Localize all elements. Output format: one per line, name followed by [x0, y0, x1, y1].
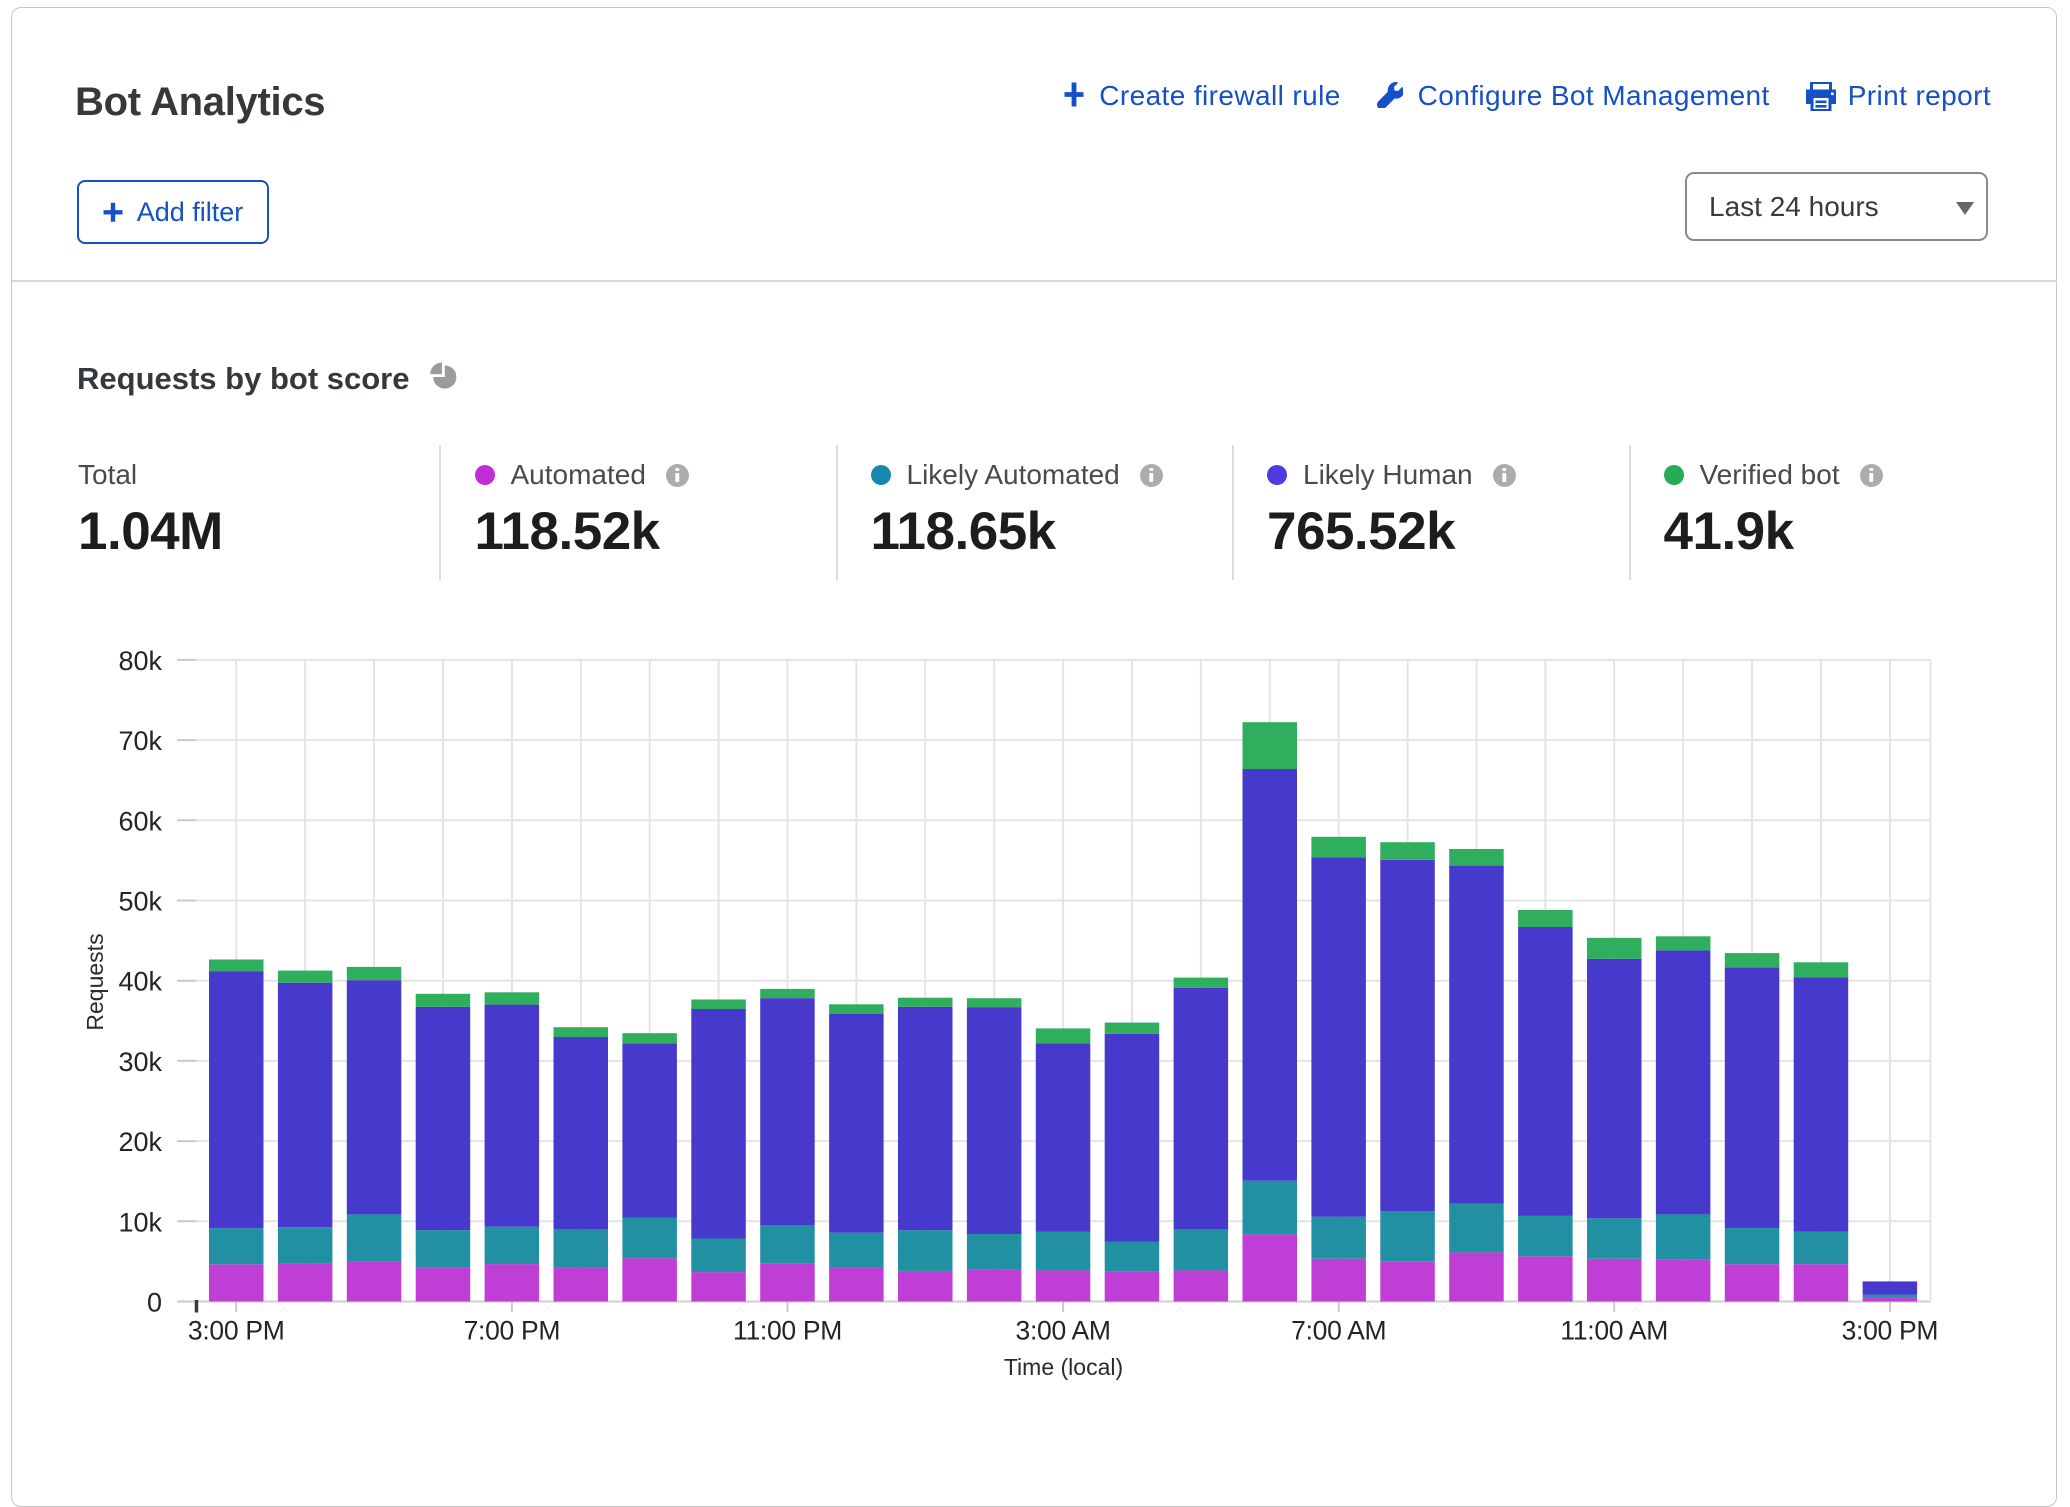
- svg-text:80k: 80k: [118, 646, 162, 676]
- svg-text:30k: 30k: [118, 1047, 162, 1077]
- svg-text:3:00 PM: 3:00 PM: [1842, 1316, 1939, 1346]
- svg-text:3:00 PM: 3:00 PM: [188, 1316, 285, 1346]
- svg-text:60k: 60k: [118, 806, 162, 836]
- svg-text:40k: 40k: [118, 967, 162, 997]
- svg-text:20k: 20k: [118, 1127, 162, 1157]
- svg-text:50k: 50k: [118, 887, 162, 917]
- svg-text:Time (local): Time (local): [1004, 1354, 1123, 1380]
- svg-text:0: 0: [147, 1288, 162, 1318]
- svg-text:11:00 PM: 11:00 PM: [733, 1316, 842, 1346]
- svg-text:70k: 70k: [118, 726, 162, 756]
- svg-text:7:00 PM: 7:00 PM: [464, 1316, 561, 1346]
- svg-text:Requests: Requests: [82, 933, 108, 1030]
- svg-text:7:00 AM: 7:00 AM: [1291, 1316, 1386, 1346]
- svg-text:3:00 AM: 3:00 AM: [1016, 1316, 1111, 1346]
- svg-text:10k: 10k: [118, 1207, 162, 1237]
- svg-text:11:00 AM: 11:00 AM: [1560, 1316, 1668, 1346]
